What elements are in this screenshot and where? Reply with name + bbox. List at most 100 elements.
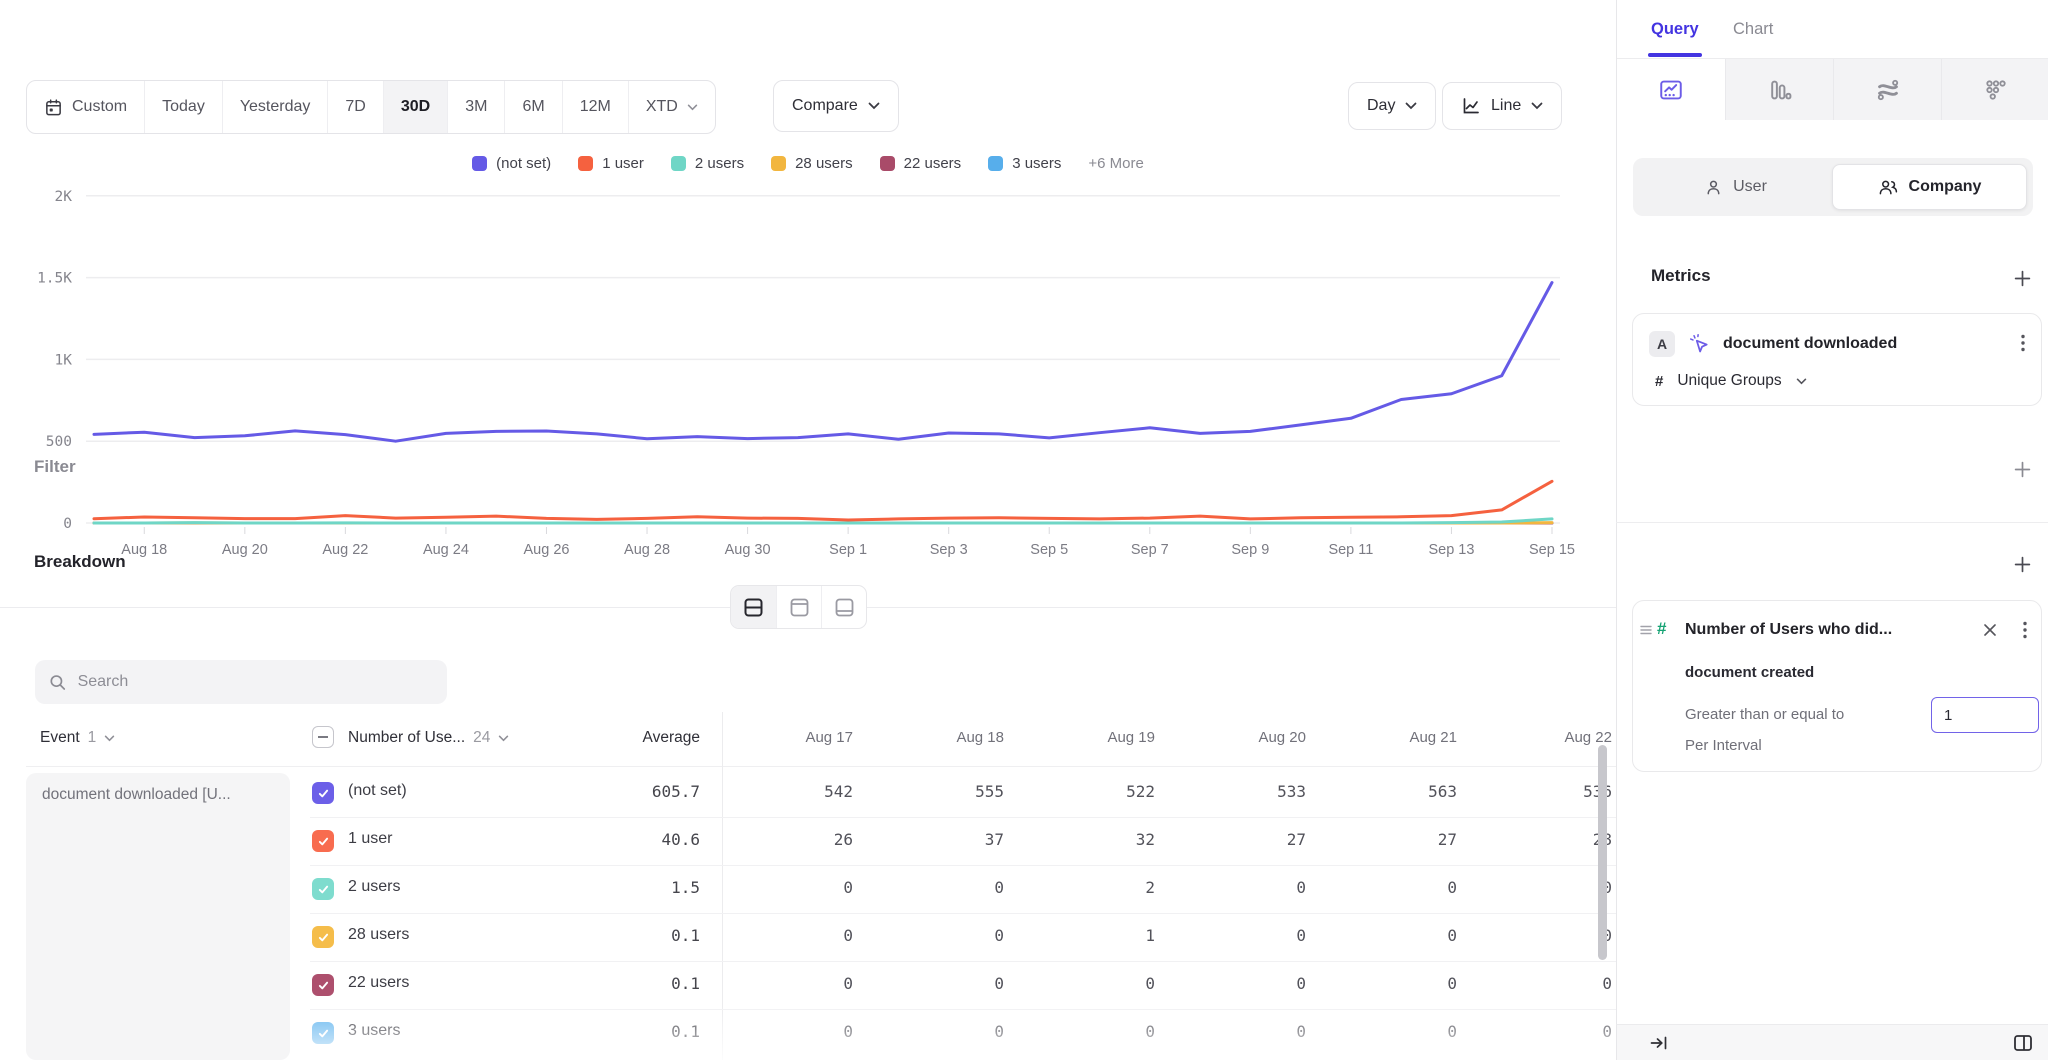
table-row: 2 users1.5002000 (0, 865, 1616, 913)
svg-text:2K: 2K (55, 189, 73, 205)
series-checkbox[interactable] (312, 926, 334, 948)
legend-label: 28 users (795, 155, 853, 172)
series-checkbox[interactable] (312, 782, 334, 804)
select-all-checkbox[interactable] (312, 726, 334, 748)
average-value: 0.1 (560, 1022, 700, 1041)
charttype-tab-flow[interactable] (1833, 59, 1941, 120)
charttype-tab-line[interactable] (1617, 59, 1725, 120)
metrics-add-button[interactable] (2010, 266, 2034, 290)
layout-table-only-button[interactable] (821, 586, 866, 628)
legend-item-2[interactable]: 2 users (671, 155, 744, 172)
legend-more[interactable]: +6 More (1088, 155, 1143, 172)
event-click-icon (1688, 333, 1710, 355)
search-input[interactable] (78, 673, 433, 691)
data-value: 0 (1015, 974, 1155, 993)
interval-dropdown[interactable]: Day (1348, 82, 1436, 130)
split-rows-icon (743, 597, 764, 618)
sidebar-tabs: Query Chart (1617, 0, 2048, 59)
data-value: 0 (713, 926, 853, 945)
dot-grid-tab-icon (1983, 77, 2009, 103)
range-today[interactable]: Today (144, 81, 222, 133)
legend-item-5[interactable]: 3 users (988, 155, 1061, 172)
legend-swatch (771, 156, 786, 171)
series-checkbox[interactable] (312, 830, 334, 852)
range-yesterday[interactable]: Yesterday (222, 81, 328, 133)
filter-add-button[interactable] (2010, 457, 2034, 481)
series-checkbox[interactable] (312, 878, 334, 900)
entity-user-label: User (1733, 178, 1767, 196)
legend-item-1[interactable]: 1 user (578, 155, 644, 172)
chart-type-dropdown[interactable]: Line (1442, 82, 1562, 130)
data-value: 0 (1317, 1022, 1457, 1041)
metric-card[interactable]: A document downloaded # Unique Groups (1632, 313, 2042, 406)
table-header: Event 1 Number of Use... 24 Average Aug … (0, 712, 1616, 766)
drag-handle-icon[interactable] (1640, 625, 1652, 635)
series-checkbox[interactable] (312, 974, 334, 996)
kebab-menu-icon[interactable] (2023, 621, 2027, 639)
group-column-dropdown[interactable]: Number of Use... 24 (348, 729, 509, 747)
svg-text:Sep 7: Sep 7 (1131, 542, 1169, 558)
svg-text:500: 500 (46, 434, 72, 450)
row-divider (310, 913, 1616, 914)
layout-split-button[interactable] (731, 586, 776, 628)
table-body: (not set)605.75425555225335635361 user40… (0, 769, 1616, 1057)
per-interval-label: Per Interval (1685, 737, 1762, 754)
event-count: 1 (88, 729, 97, 747)
series-checkbox[interactable] (312, 1022, 334, 1044)
data-value: 0 (1317, 926, 1457, 945)
svg-text:Aug 20: Aug 20 (222, 542, 268, 558)
range-12m[interactable]: 12M (562, 81, 628, 133)
table-row: 22 users0.1000000 (0, 961, 1616, 1009)
svg-text:Sep 5: Sep 5 (1030, 542, 1068, 558)
metric-name: document downloaded (1723, 335, 1897, 353)
range-6m[interactable]: 6M (504, 81, 561, 133)
data-value: 0 (713, 878, 853, 897)
range-7d[interactable]: 7D (327, 81, 382, 133)
range-30d[interactable]: 30D (383, 81, 447, 133)
breakdown-add-button[interactable] (2010, 552, 2034, 576)
sidebar-footer (1616, 1024, 2048, 1060)
close-icon[interactable] (1983, 623, 1997, 637)
measure-dropdown[interactable]: # Unique Groups (1655, 372, 1807, 390)
event-column-dropdown[interactable]: Event 1 (40, 729, 115, 747)
charttype-tab-bar[interactable] (1725, 59, 1833, 120)
range-3m[interactable]: 3M (447, 81, 504, 133)
range-xtd[interactable]: XTD (628, 81, 715, 133)
data-value: 0 (1317, 974, 1457, 993)
chart-style-tabs (1617, 59, 2048, 120)
data-value: 0 (864, 926, 1004, 945)
times-input[interactable] (1931, 697, 2039, 733)
legend-item-3[interactable]: 28 users (771, 155, 853, 172)
chart-legend: (not set) 1 user 2 users 28 users 22 users 3 … (0, 150, 1616, 176)
query-sidebar: Query Chart (1616, 0, 2048, 1060)
company-icon (1878, 178, 1899, 197)
event-header-label: Event (40, 729, 80, 747)
breakdown-condition-row: Greater than or equal to Times (1685, 706, 1844, 724)
collapse-sidebar-icon[interactable] (1649, 1033, 1669, 1053)
compare-button[interactable]: Compare (773, 80, 899, 132)
legend-item-0[interactable]: (not set) (472, 155, 551, 172)
data-value: 522 (1015, 782, 1155, 801)
kebab-menu-icon[interactable] (2021, 334, 2025, 352)
tab-query[interactable]: Query (1651, 20, 1699, 39)
date-column-header: Aug 17 (713, 729, 853, 746)
entity-toggle-user[interactable]: User (1639, 164, 1832, 210)
range-label: 3M (465, 98, 487, 116)
check-icon (317, 787, 330, 800)
line-chart-tab-icon (1658, 77, 1684, 103)
breakdown-card[interactable]: # Number of Users who did... document cr… (1632, 600, 2042, 772)
range-label: Today (162, 98, 205, 116)
split-view-icon[interactable] (2012, 1032, 2034, 1054)
data-value: 555 (864, 782, 1004, 801)
svg-text:1.5K: 1.5K (37, 271, 72, 287)
average-value: 605.7 (560, 782, 700, 801)
charttype-tab-more[interactable] (1941, 59, 2048, 120)
layout-chart-only-button[interactable] (776, 586, 821, 628)
sidebar-divider (1616, 522, 2048, 523)
legend-item-4[interactable]: 22 users (880, 155, 962, 172)
tab-chart[interactable]: Chart (1733, 20, 1773, 39)
entity-toggle-company[interactable]: Company (1832, 164, 2027, 210)
range-custom[interactable]: Custom (27, 81, 144, 133)
range-label: 30D (401, 98, 430, 116)
table-vertical-scrollbar[interactable] (1598, 745, 1607, 960)
